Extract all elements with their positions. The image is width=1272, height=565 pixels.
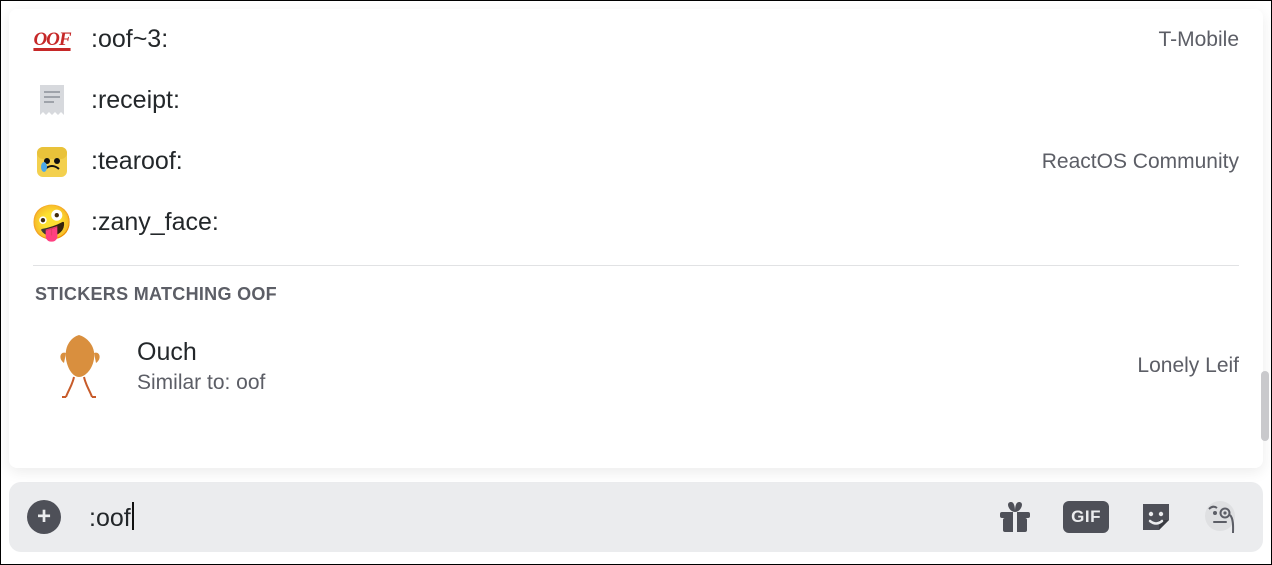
leaf-sticker-icon (49, 331, 109, 401)
emoji-autocomplete-popup: OOF :oof~3: T-Mobile :receipt: (9, 9, 1263, 468)
gif-button[interactable]: GIF (1063, 501, 1109, 533)
sticker-source-label: Lonely Leif (1137, 354, 1239, 378)
oof-icon: OOF (33, 21, 71, 59)
scrollbar-thumb[interactable] (1261, 371, 1269, 441)
emoji-suggestion-list: OOF :oof~3: T-Mobile :receipt: (9, 9, 1263, 253)
emoji-name: :oof~3: (91, 25, 1158, 54)
stickers-section-header: STICKERS MATCHING oof (29, 274, 1243, 317)
gift-icon[interactable] (997, 500, 1033, 534)
section-divider (33, 265, 1239, 266)
emoji-picker-button[interactable] (1203, 499, 1239, 535)
sticker-subtitle: Similar to: oof (137, 371, 1137, 395)
input-action-icons: GIF (997, 499, 1239, 535)
receipt-icon (33, 82, 71, 120)
message-input[interactable]: :oof (89, 502, 997, 533)
gif-icon: GIF (1063, 501, 1109, 533)
emoji-name: :receipt: (91, 86, 1239, 115)
emoji-suggestion-tearoof[interactable]: :tearoof: ReactOS Community (33, 131, 1239, 192)
message-input-bar: + :oof GIF (9, 482, 1263, 552)
zany-face-icon: 🤪 (33, 204, 71, 242)
plus-icon: + (37, 505, 51, 529)
emoji-name: :zany_face: (91, 208, 1239, 237)
tearoof-icon (33, 143, 71, 181)
emoji-suggestion-receipt[interactable]: :receipt: (33, 70, 1239, 131)
emoji-suggestion-oof3[interactable]: OOF :oof~3: T-Mobile (33, 9, 1239, 70)
sticker-suggestion-ouch[interactable]: Ouch Similar to: oof Lonely Leif (9, 317, 1263, 411)
message-input-text: :oof (89, 504, 131, 532)
emoji-name: :tearoof: (91, 147, 1042, 176)
emoji-server-label: ReactOS Community (1042, 150, 1239, 174)
sticker-info: Ouch Similar to: oof (137, 338, 1137, 395)
text-caret (132, 502, 134, 530)
emoji-server-label: T-Mobile (1158, 28, 1239, 52)
sticker-picker-button[interactable] (1139, 500, 1173, 534)
add-attachment-button[interactable]: + (27, 500, 61, 534)
emoji-suggestion-zany-face[interactable]: 🤪 :zany_face: (33, 192, 1239, 253)
sticker-name: Ouch (137, 338, 1137, 367)
